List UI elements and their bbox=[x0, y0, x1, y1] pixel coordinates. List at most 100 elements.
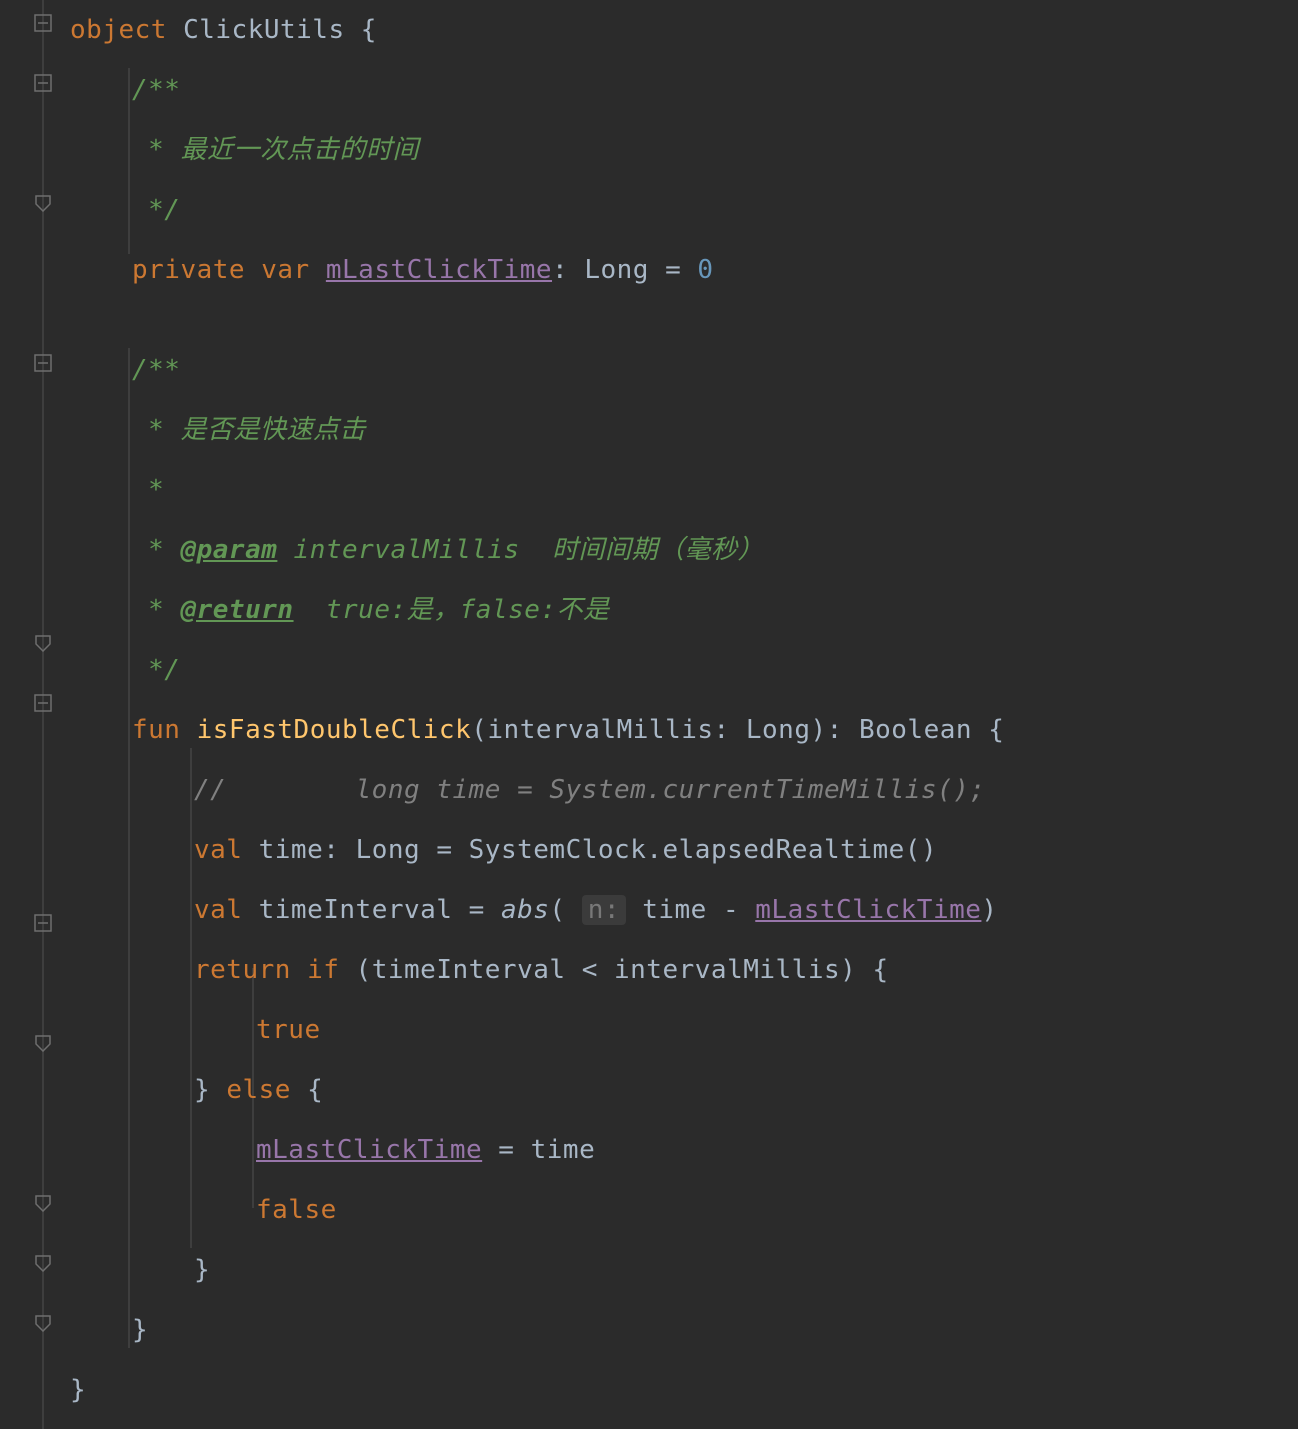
doc-comment: true:是，false:不是 bbox=[294, 595, 610, 625]
doc-comment: /** bbox=[132, 75, 180, 105]
colon: : bbox=[714, 715, 730, 745]
code-line: } else { bbox=[194, 1060, 323, 1120]
fold-close-icon[interactable] bbox=[34, 194, 52, 212]
doc-tag-return: @return bbox=[180, 595, 293, 625]
doc-comment: * bbox=[132, 475, 164, 505]
fold-icon[interactable] bbox=[34, 74, 52, 92]
fold-guide-line bbox=[42, 0, 44, 1429]
doc-tag-param: @param bbox=[180, 535, 277, 565]
property-ref: mLastClickTime bbox=[755, 895, 981, 925]
code-line: * @return true:是，false:不是 bbox=[132, 580, 610, 640]
keyword-else: else bbox=[226, 1075, 291, 1105]
keyword-fun: fun bbox=[132, 715, 180, 745]
property-ref: mLastClickTime bbox=[256, 1135, 482, 1165]
code-line: */ bbox=[132, 180, 180, 240]
fold-icon[interactable] bbox=[34, 354, 52, 372]
keyword-val: val bbox=[194, 835, 242, 865]
keyword-false: false bbox=[256, 1195, 337, 1225]
code-editor[interactable]: object ClickUtils { /** * 最近一次点击的时间 */ p… bbox=[0, 0, 1298, 1429]
code-line: private var mLastClickTime: Long = 0 bbox=[132, 240, 714, 300]
doc-comment: * bbox=[132, 535, 180, 565]
fold-close-icon[interactable] bbox=[34, 634, 52, 652]
gutter bbox=[0, 0, 70, 1429]
keyword-object: object bbox=[70, 15, 167, 45]
code-line: true bbox=[256, 1000, 321, 1060]
colon: : bbox=[323, 835, 339, 865]
fold-icon[interactable] bbox=[34, 14, 52, 32]
code-line: */ bbox=[132, 640, 180, 700]
brace-close: } bbox=[194, 1075, 210, 1105]
doc-comment: */ bbox=[132, 655, 180, 685]
type-name: Long bbox=[356, 835, 421, 865]
equals: = bbox=[665, 255, 681, 285]
code-line: * @param intervalMillis 时间间期（毫秒） bbox=[132, 520, 764, 580]
equals: = bbox=[436, 835, 452, 865]
paren-close: ) bbox=[981, 895, 997, 925]
paren-close: ) bbox=[810, 715, 826, 745]
doc-comment: * 最近一次点击的时间 bbox=[132, 135, 419, 165]
paren-open: ( bbox=[471, 715, 487, 745]
code-line: return if (timeInterval < intervalMillis… bbox=[194, 940, 889, 1000]
expression: time - bbox=[642, 895, 755, 925]
brace-close: } bbox=[194, 1255, 210, 1285]
equals: = bbox=[469, 895, 485, 925]
code-line: } bbox=[194, 1240, 210, 1300]
class-name: ClickUtils bbox=[183, 15, 345, 45]
code-line: * bbox=[132, 460, 164, 520]
code-line: // long time = System.currentTimeMillis(… bbox=[194, 760, 986, 820]
brace-open: { bbox=[988, 715, 1004, 745]
property-name: mLastClickTime bbox=[326, 255, 552, 285]
function-call: abs bbox=[501, 895, 549, 925]
fold-close-icon[interactable] bbox=[34, 1254, 52, 1272]
code-line: false bbox=[256, 1180, 337, 1240]
code-line: fun isFastDoubleClick(intervalMillis: Lo… bbox=[132, 700, 1004, 760]
condition: (timeInterval < intervalMillis) { bbox=[356, 955, 889, 985]
parameter-hint: n: bbox=[582, 895, 626, 925]
code-line: /** bbox=[132, 60, 180, 120]
type-name: Long bbox=[584, 255, 649, 285]
colon: : bbox=[827, 715, 843, 745]
keyword-private: private bbox=[132, 255, 245, 285]
doc-comment: /** bbox=[132, 355, 180, 385]
code-line: } bbox=[132, 1300, 148, 1360]
type-name: Long bbox=[746, 715, 811, 745]
fold-close-icon[interactable] bbox=[34, 1194, 52, 1212]
fold-close-icon[interactable] bbox=[34, 1314, 52, 1332]
doc-comment: intervalMillis 时间间期（毫秒） bbox=[277, 535, 764, 565]
fold-close-icon[interactable] bbox=[34, 1034, 52, 1052]
paren-open: ( bbox=[549, 895, 565, 925]
function-name: isFastDoubleClick bbox=[197, 715, 472, 745]
keyword-return: return bbox=[194, 955, 291, 985]
code-line: object ClickUtils { bbox=[70, 0, 377, 60]
fold-icon[interactable] bbox=[34, 914, 52, 932]
code-line: * 最近一次点击的时间 bbox=[132, 120, 419, 180]
code-line: } bbox=[70, 1360, 86, 1420]
expression: = time bbox=[482, 1135, 595, 1165]
line-comment: // long time = System.currentTimeMillis(… bbox=[194, 775, 986, 805]
doc-comment: * bbox=[132, 595, 180, 625]
param-name: intervalMillis bbox=[487, 715, 713, 745]
keyword-val: val bbox=[194, 895, 242, 925]
number-literal: 0 bbox=[697, 255, 713, 285]
keyword-if: if bbox=[307, 955, 339, 985]
colon: : bbox=[552, 255, 568, 285]
code-line: val time: Long = SystemClock.elapsedReal… bbox=[194, 820, 937, 880]
brace-open: { bbox=[307, 1075, 323, 1105]
keyword-true: true bbox=[256, 1015, 321, 1045]
code-line: /** bbox=[132, 340, 180, 400]
indent-guide bbox=[190, 748, 192, 1248]
doc-comment: * 是否是快速点击 bbox=[132, 415, 366, 445]
expression: SystemClock.elapsedRealtime() bbox=[469, 835, 937, 865]
brace-open: { bbox=[361, 15, 377, 45]
type-name: Boolean bbox=[859, 715, 972, 745]
indent-guide bbox=[128, 68, 130, 254]
code-line: * 是否是快速点击 bbox=[132, 400, 366, 460]
code-line: mLastClickTime = time bbox=[256, 1120, 595, 1180]
code-line: val timeInterval = abs( n: time - mLastC… bbox=[194, 880, 998, 940]
indent-guide bbox=[128, 348, 130, 1348]
variable-name: time bbox=[259, 835, 324, 865]
keyword-var: var bbox=[261, 255, 309, 285]
fold-icon[interactable] bbox=[34, 694, 52, 712]
variable-name: timeInterval bbox=[259, 895, 453, 925]
brace-close: } bbox=[70, 1375, 86, 1405]
